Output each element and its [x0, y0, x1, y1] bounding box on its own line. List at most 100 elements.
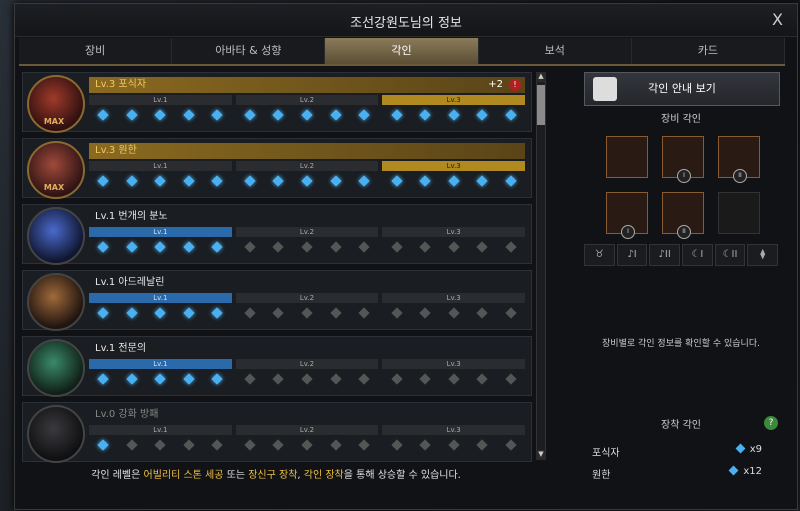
gem-icon	[448, 439, 460, 451]
ring-slot-icon[interactable]: II	[662, 192, 704, 239]
engraving-row[interactable]: MAX Lv.3 원한 Lv.1 Lv.2 Lv.3	[22, 138, 532, 199]
engraving-name-bar: Lv.3 포식자 +2 !	[89, 77, 525, 93]
engraving-name: Lv.3 포식자	[95, 79, 147, 90]
help-icon[interactable]: ?	[764, 416, 778, 430]
level-bar: Lv.1	[89, 95, 232, 105]
gem-icon	[358, 439, 370, 451]
stone-slot-icon[interactable]	[718, 192, 760, 234]
scroll-thumb[interactable]	[537, 85, 545, 125]
gem-icon	[419, 241, 431, 253]
scroll-up-icon[interactable]: ▲	[536, 72, 546, 82]
tab-gem[interactable]: 보석	[478, 38, 632, 64]
filter-ring1-icon[interactable]: ☾I	[682, 244, 713, 266]
mounted-name: 포식자	[592, 448, 620, 459]
gem-icon	[272, 109, 285, 121]
gem-icon	[476, 307, 488, 319]
filter-ring2-icon[interactable]: ☾II	[714, 244, 746, 266]
engraving-row[interactable]: Lv.1 전문의 Lv.1 Lv.2 Lv.3	[22, 336, 532, 397]
title-bar: 조선강원도님의 정보 X	[15, 4, 797, 37]
earring-slot-icon[interactable]: II	[718, 136, 760, 183]
filter-stone-icon[interactable]: ⧫	[747, 244, 779, 266]
gem-icon	[126, 109, 138, 121]
tab-equipment[interactable]: 장비	[19, 38, 173, 64]
mounted-engraving-heading: 장착 각인	[661, 420, 701, 431]
point-gems	[89, 373, 525, 385]
gem-icon	[505, 373, 517, 385]
gem-icon	[476, 439, 488, 451]
engraving-row[interactable]: MAX Lv.3 포식자 +2 ! Lv.1 Lv.2 Lv.3	[22, 72, 532, 133]
footer-text: 각인 레벨은	[91, 470, 144, 481]
close-button[interactable]: X	[772, 10, 783, 29]
gem-icon	[97, 307, 109, 319]
tab-card[interactable]: 카드	[631, 38, 786, 64]
engraving-name-bar: Lv.1 번개의 분노	[89, 209, 525, 225]
mounted-item: 원한 x12	[592, 465, 778, 481]
tab-avatar[interactable]: 아바타 & 성향	[172, 38, 326, 64]
footer-hint: 각인 레벨은 어빌리티 스톤 세공 또는 장신구 장착, 각인 장착을 통해 상…	[22, 466, 530, 481]
engraving-name-bar: Lv.3 원한	[89, 143, 525, 159]
gem-icon	[272, 373, 285, 385]
gem-icon	[183, 241, 195, 253]
engraving-name: Lv.1 전문의	[95, 343, 147, 354]
gem-icon	[505, 175, 517, 187]
guide-button-label: 각인 안내 보기	[648, 82, 716, 95]
filter-necklace-icon[interactable]: ♉	[584, 244, 615, 266]
gem-icon	[244, 109, 256, 121]
gem-icon	[301, 109, 313, 121]
filter-earring2-icon[interactable]: ♪II	[649, 244, 681, 266]
earring-slot-icon[interactable]: I	[662, 136, 704, 183]
mounted-item: 포식자 x9	[592, 443, 778, 459]
gem-icon	[126, 175, 138, 187]
gem-icon	[735, 443, 746, 454]
equip-engraving-heading: 장비 각인	[661, 114, 701, 125]
mounted-count: x12	[743, 466, 762, 477]
gem-icon	[419, 373, 431, 385]
engraving-row[interactable]: Lv.1 아드레날린 Lv.1 Lv.2 Lv.3	[22, 270, 532, 331]
book-icon	[593, 77, 617, 101]
level-bar: Lv.2	[235, 95, 379, 105]
tab-engraving[interactable]: 각인	[325, 38, 479, 64]
list-scrollbar[interactable]: ▲ ▼	[536, 72, 546, 460]
filter-earring1-icon[interactable]: ♪I	[616, 244, 648, 266]
gem-icon	[390, 175, 403, 187]
footer-highlight: 장신구 장착	[248, 470, 298, 481]
engraving-row[interactable]: Lv.0 강화 방패 Lv.1 Lv.2 Lv.3	[22, 402, 532, 463]
gem-icon	[154, 109, 166, 121]
level-bar-active: Lv.1	[89, 293, 232, 303]
gem-icon	[390, 439, 403, 451]
gem-icon	[154, 241, 166, 253]
gem-icon	[211, 439, 224, 451]
level-bar: Lv.2	[235, 425, 379, 435]
ring-slot-icon[interactable]: I	[606, 192, 648, 239]
level-bar-active: Lv.1	[89, 227, 232, 237]
gem-icon	[154, 307, 166, 319]
gem-icon	[728, 465, 739, 476]
gem-icon	[419, 175, 431, 187]
tab-bar: 장비 아바타 & 성향 각인 보석 카드	[19, 38, 786, 66]
level-bar: Lv.1	[89, 161, 232, 171]
footer-text: 을 통해 상승할 수 있습니다.	[343, 470, 461, 481]
gem-icon	[476, 175, 488, 187]
point-gems	[89, 439, 525, 451]
gem-icon	[329, 307, 342, 319]
gem-icon	[301, 439, 313, 451]
gem-icon	[183, 439, 195, 451]
alert-icon[interactable]: !	[509, 79, 521, 91]
necklace-slot-icon[interactable]	[606, 136, 648, 178]
engraving-guide-button[interactable]: 각인 안내 보기	[584, 72, 780, 106]
gem-icon	[476, 109, 488, 121]
level-bar-active: Lv.3	[382, 161, 526, 171]
gem-icon	[476, 373, 488, 385]
window-title: 조선강원도님의 정보	[350, 16, 462, 31]
gem-icon	[211, 175, 224, 187]
level-bar-active: Lv.1	[89, 359, 232, 369]
plus-badge: +2	[488, 79, 503, 90]
engraving-list: MAX Lv.3 포식자 +2 ! Lv.1 Lv.2 Lv.3 MAX Lv.…	[22, 72, 532, 463]
scroll-down-icon[interactable]: ▼	[536, 450, 546, 460]
gem-icon	[97, 373, 109, 385]
engraving-emblem-icon	[27, 339, 85, 397]
gem-icon	[358, 241, 370, 253]
gem-icon	[244, 307, 256, 319]
mounted-name: 원한	[592, 470, 611, 481]
engraving-row[interactable]: Lv.1 번개의 분노 Lv.1 Lv.2 Lv.3	[22, 204, 532, 265]
